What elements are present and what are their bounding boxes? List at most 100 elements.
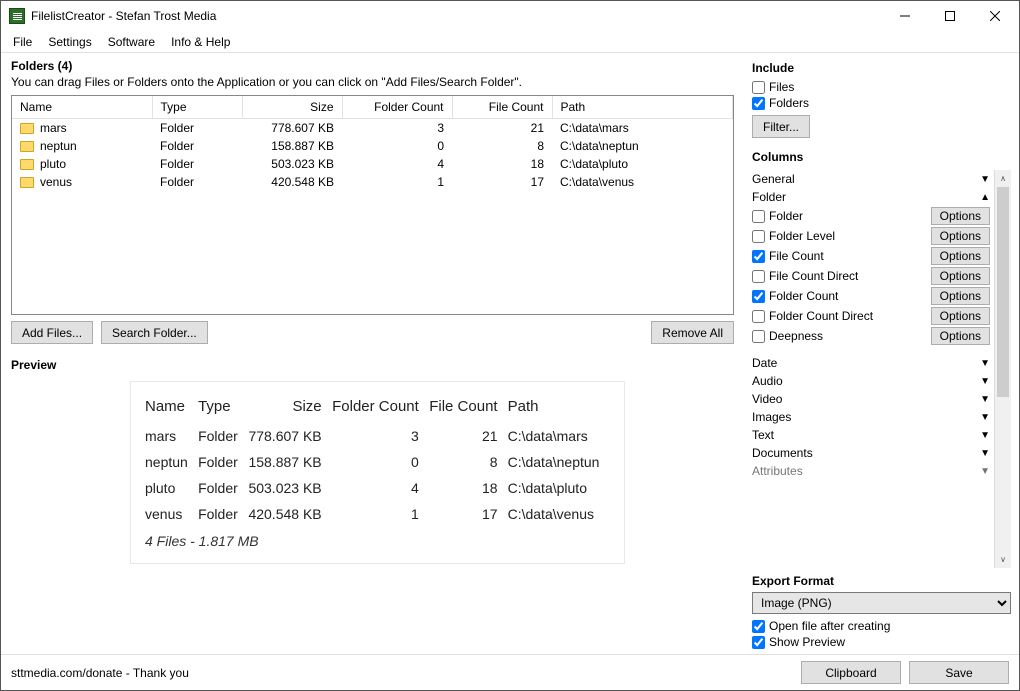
col-folder-count[interactable]: Folder Count (342, 96, 452, 119)
chevron-down-icon: ▼ (980, 430, 990, 441)
category-images[interactable]: Images▼ (752, 408, 990, 426)
export-format-select[interactable]: Image (PNG) (752, 592, 1011, 614)
col-path[interactable]: Path (552, 96, 733, 119)
pcol-name: Name (145, 392, 198, 423)
menu-file[interactable]: File (5, 33, 40, 51)
hint-text: You can drag Files or Folders onto the A… (11, 75, 734, 89)
menubar: File Settings Software Info & Help (1, 31, 1019, 53)
menu-settings[interactable]: Settings (40, 33, 99, 51)
options-button[interactable]: Options (931, 247, 990, 265)
include-folders-checkbox[interactable]: Folders (752, 95, 1011, 111)
options-button[interactable]: Options (931, 327, 990, 345)
options-button[interactable]: Options (931, 227, 990, 245)
files-checkbox-input[interactable] (752, 81, 765, 94)
category-folder[interactable]: Folder▲ (752, 188, 990, 206)
chevron-up-icon: ▲ (980, 192, 990, 203)
options-button[interactable]: Options (931, 207, 990, 225)
folder-icon (20, 141, 34, 152)
filter-button[interactable]: Filter... (752, 115, 810, 138)
category-date[interactable]: Date▼ (752, 354, 990, 372)
col-name[interactable]: Name (12, 96, 152, 119)
preview-row: plutoFolder503.023 KB418C:\data\pluto (145, 475, 610, 501)
right-pane: Include Files Folders Filter... Columns … (744, 53, 1019, 654)
folder-table-container: Name Type Size Folder Count File Count P… (11, 95, 734, 315)
scrollbar-thumb[interactable] (997, 187, 1009, 397)
category-text[interactable]: Text▼ (752, 426, 990, 444)
clipboard-button[interactable]: Clipboard (801, 661, 901, 684)
columns-scroll: General▼ Folder▲ FolderOptions Folder Le… (752, 170, 994, 568)
close-button[interactable] (972, 2, 1017, 30)
menu-info-help[interactable]: Info & Help (163, 33, 238, 51)
chevron-down-icon: ▼ (980, 412, 990, 423)
folders-heading: Folders (4) (11, 59, 734, 73)
folder-icon (20, 159, 34, 170)
category-general[interactable]: General▼ (752, 170, 990, 188)
show-preview-checkbox[interactable]: Show Preview (752, 634, 1011, 650)
col-file-count[interactable]: File Count (452, 96, 552, 119)
titlebar: FilelistCreator - Stefan Trost Media (1, 1, 1019, 31)
window-title: FilelistCreator - Stefan Trost Media (31, 9, 882, 23)
pcol-file-count: File Count (429, 392, 508, 423)
columns-scrollbar[interactable]: ∧ ∨ (994, 170, 1011, 568)
scroll-down-icon[interactable]: ∨ (995, 551, 1011, 568)
opt-folder-level: Folder LevelOptions (752, 226, 990, 246)
pcol-type: Type (198, 392, 248, 423)
category-documents[interactable]: Documents▼ (752, 444, 990, 462)
opt-file-count-direct: File Count DirectOptions (752, 266, 990, 286)
col-type[interactable]: Type (152, 96, 242, 119)
table-row[interactable]: neptun Folder 158.887 KB 0 8 C:\data\nep… (12, 137, 733, 155)
folder-icon (20, 123, 34, 134)
folders-checkbox-input[interactable] (752, 97, 765, 110)
search-folder-button[interactable]: Search Folder... (101, 321, 208, 344)
category-audio[interactable]: Audio▼ (752, 372, 990, 390)
open-after-checkbox[interactable]: Open file after creating (752, 618, 1011, 634)
export-format-heading: Export Format (752, 574, 1011, 588)
pcol-size: Size (248, 392, 332, 423)
chevron-down-icon: ▼ (980, 466, 990, 477)
pcol-folder-count: Folder Count (332, 392, 429, 423)
scroll-up-icon[interactable]: ∧ (995, 170, 1011, 187)
preview-table: Name Type Size Folder Count File Count P… (145, 392, 610, 527)
table-row[interactable]: venus Folder 420.548 KB 1 17 C:\data\ven… (12, 173, 733, 191)
opt-folder: FolderOptions (752, 206, 990, 226)
options-button[interactable]: Options (931, 267, 990, 285)
options-button[interactable]: Options (931, 307, 990, 325)
opt-deepness: DeepnessOptions (752, 326, 990, 346)
pcol-path: Path (508, 392, 610, 423)
add-files-button[interactable]: Add Files... (11, 321, 93, 344)
chevron-down-icon: ▼ (980, 394, 990, 405)
options-button[interactable]: Options (931, 287, 990, 305)
opt-file-count: File CountOptions (752, 246, 990, 266)
remove-all-button[interactable]: Remove All (651, 321, 734, 344)
chevron-down-icon: ▼ (980, 174, 990, 185)
preview-row: marsFolder778.607 KB321C:\data\mars (145, 423, 610, 449)
col-size[interactable]: Size (242, 96, 342, 119)
include-heading: Include (752, 61, 1011, 75)
table-row[interactable]: pluto Folder 503.023 KB 4 18 C:\data\plu… (12, 155, 733, 173)
chevron-down-icon: ▼ (980, 358, 990, 369)
app-icon (9, 8, 25, 24)
preview-row: neptunFolder158.887 KB08C:\data\neptun (145, 449, 610, 475)
opt-folder-count-direct: Folder Count DirectOptions (752, 306, 990, 326)
minimize-button[interactable] (882, 2, 927, 30)
save-button[interactable]: Save (909, 661, 1009, 684)
preview-heading: Preview (11, 358, 734, 372)
category-attributes[interactable]: Attributes▼ (752, 462, 990, 480)
preview-box: Name Type Size Folder Count File Count P… (131, 382, 624, 563)
menu-software[interactable]: Software (100, 33, 163, 51)
opt-folder-count: Folder CountOptions (752, 286, 990, 306)
left-pane: Folders (4) You can drag Files or Folder… (1, 53, 744, 654)
table-row[interactable]: mars Folder 778.607 KB 3 21 C:\data\mars (12, 119, 733, 138)
columns-heading: Columns (752, 150, 1011, 164)
folder-table: Name Type Size Folder Count File Count P… (12, 96, 733, 191)
footer-text: sttmedia.com/donate - Thank you (11, 666, 189, 680)
chevron-down-icon: ▼ (980, 448, 990, 459)
preview-row: venusFolder420.548 KB117C:\data\venus (145, 501, 610, 527)
preview-summary: 4 Files - 1.817 MB (145, 533, 610, 549)
chevron-down-icon: ▼ (980, 376, 990, 387)
category-video[interactable]: Video▼ (752, 390, 990, 408)
include-files-checkbox[interactable]: Files (752, 79, 1011, 95)
status-bar: sttmedia.com/donate - Thank you Clipboar… (1, 654, 1019, 690)
folder-icon (20, 177, 34, 188)
maximize-button[interactable] (927, 2, 972, 30)
